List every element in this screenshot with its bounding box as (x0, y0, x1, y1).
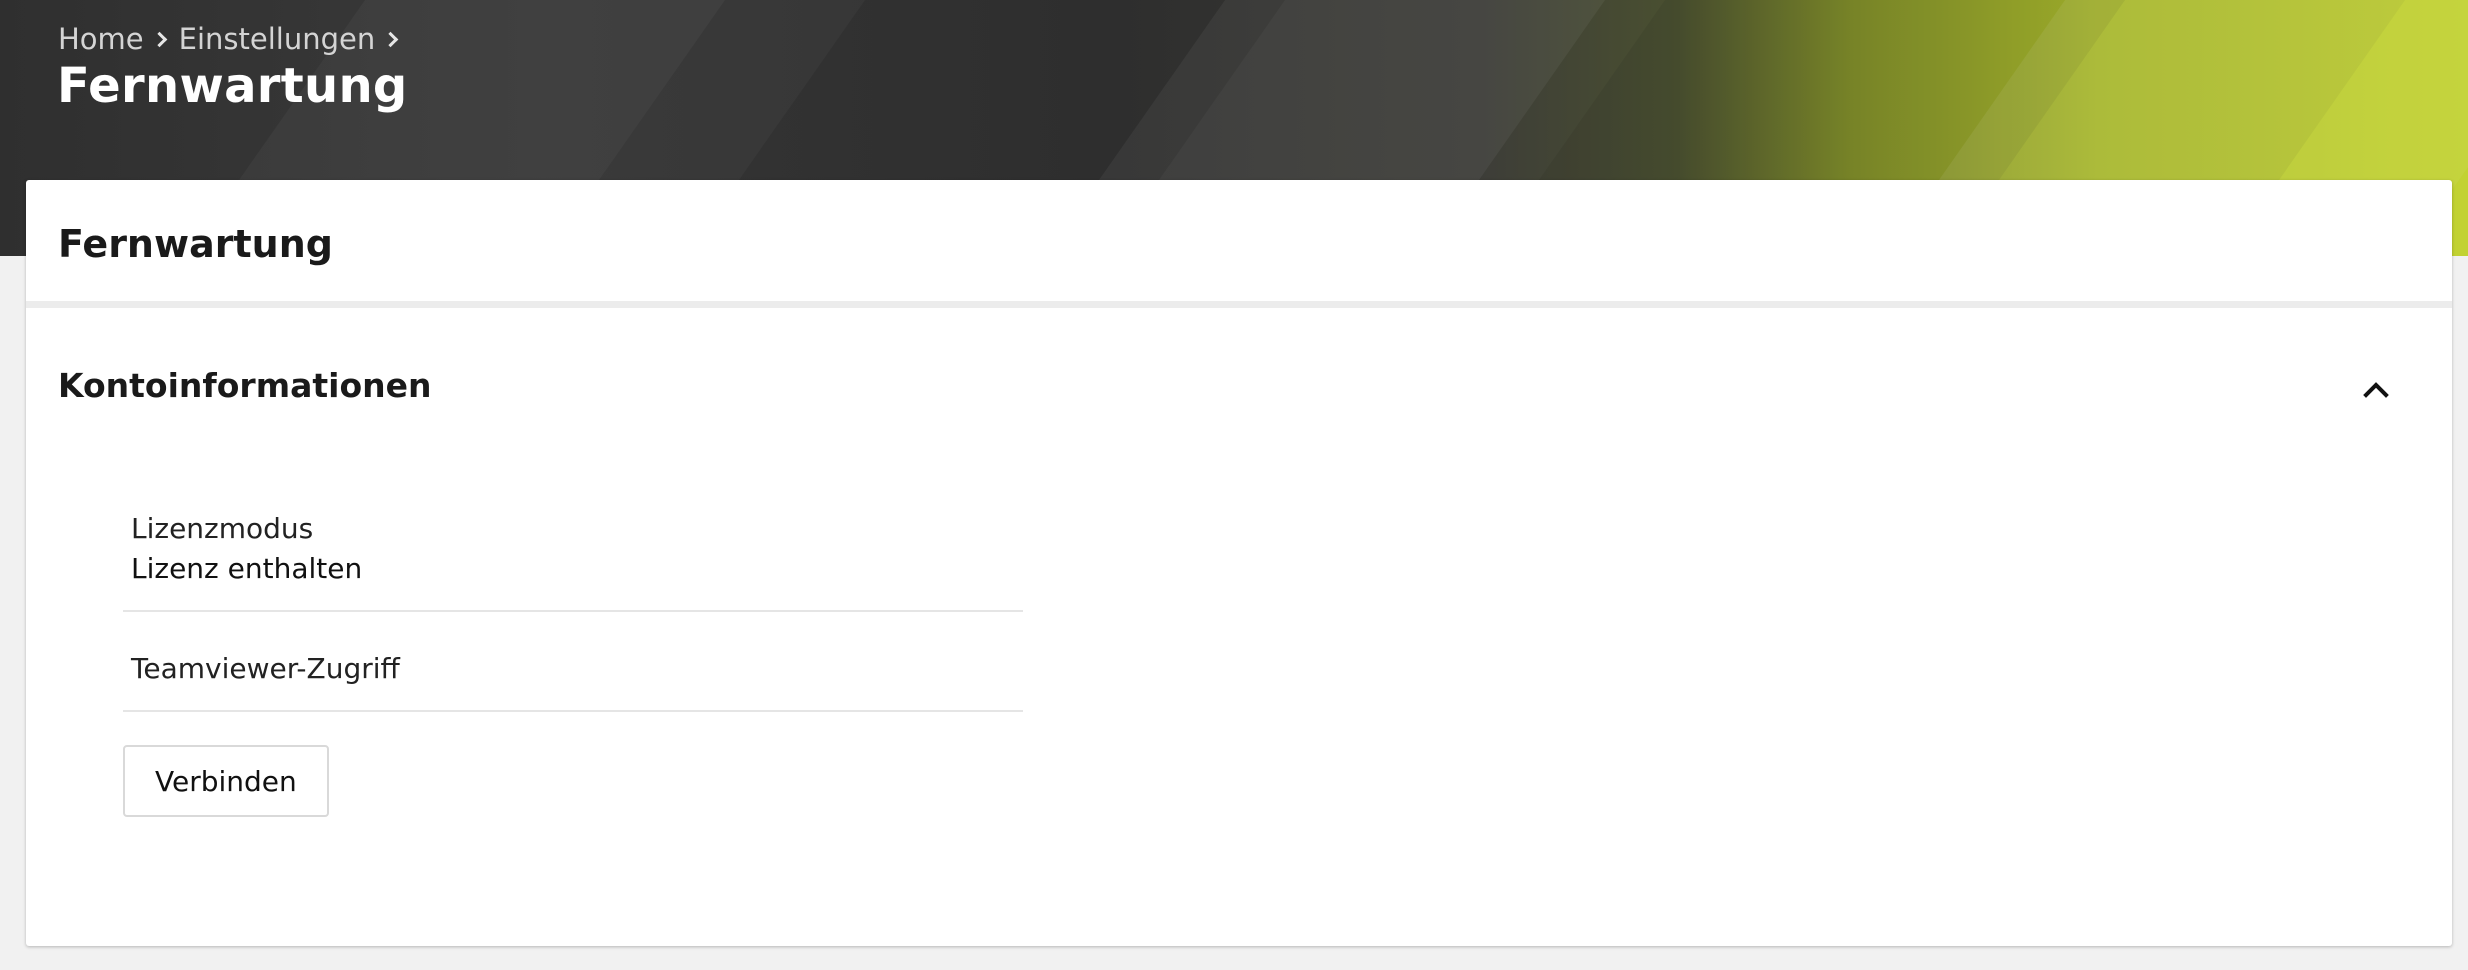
page-title: Fernwartung (57, 58, 408, 114)
chevron-right-icon (151, 31, 167, 47)
connect-button[interactable]: Verbinden (123, 745, 329, 817)
remote-maintenance-card: Fernwartung Kontoinformationen Lizenzmod… (26, 180, 2452, 946)
card-header: Fernwartung (26, 180, 2452, 308)
chevron-up-icon[interactable] (2356, 370, 2396, 410)
license-mode-label: Lizenzmodus (131, 512, 314, 545)
teamviewer-access-label: Teamviewer-Zugriff (131, 652, 400, 685)
breadcrumb: Home Einstellungen (58, 22, 410, 56)
breadcrumb-settings[interactable]: Einstellungen (179, 22, 376, 56)
teamviewer-access-field: Teamviewer-Zugriff (123, 612, 1023, 712)
account-info-section-header[interactable]: Kontoinformationen (26, 308, 2452, 468)
license-mode-field: Lizenzmodus Lizenz enthalten (123, 512, 1023, 612)
chevron-right-icon (382, 31, 399, 47)
section-title: Kontoinformationen (58, 366, 432, 405)
license-mode-value: Lizenz enthalten (131, 552, 363, 585)
card-title: Fernwartung (58, 222, 333, 266)
breadcrumb-home[interactable]: Home (58, 22, 144, 56)
